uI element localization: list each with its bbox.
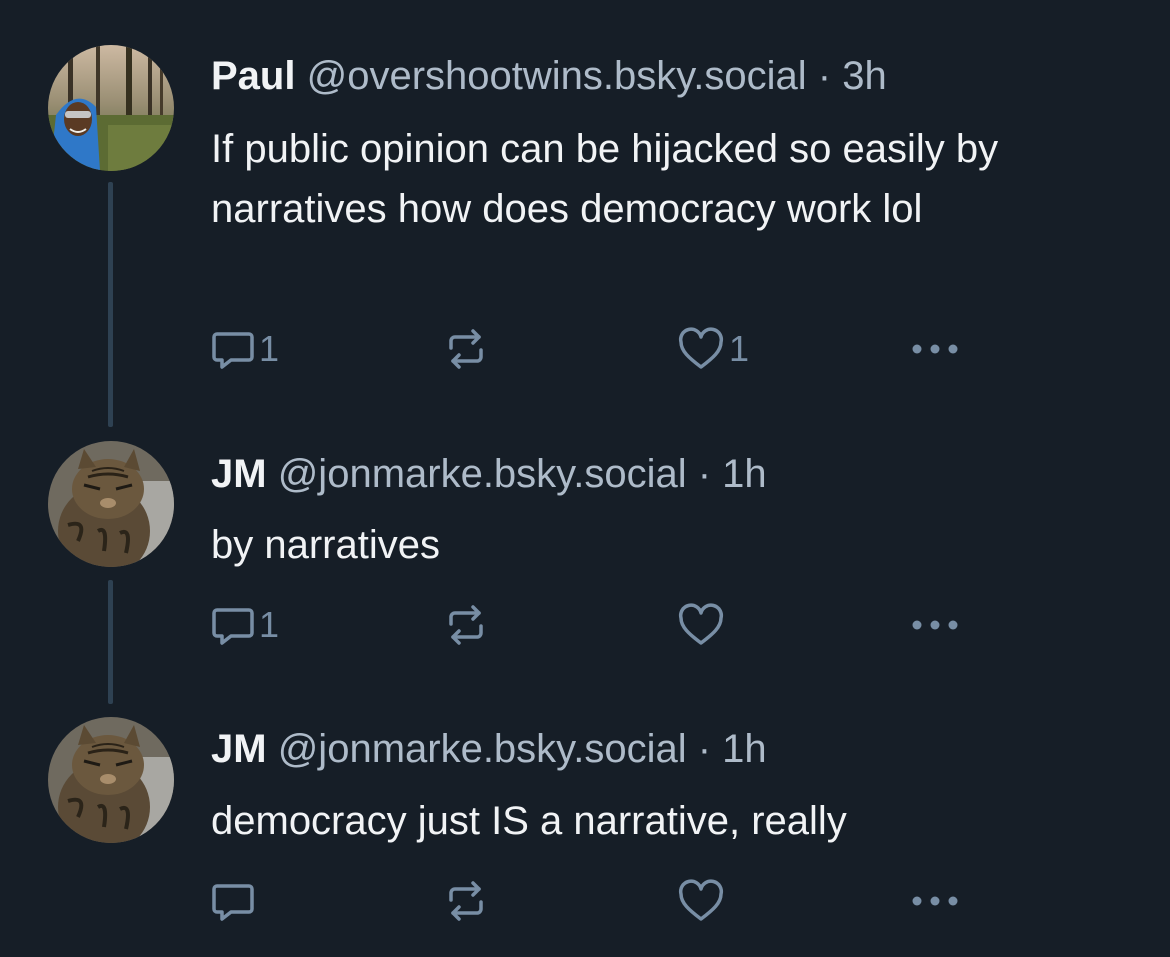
heart-icon: [678, 879, 724, 921]
post-actions: 1 1: [211, 324, 971, 374]
more-options-button[interactable]: [909, 600, 961, 650]
reply-button[interactable]: [211, 876, 259, 926]
avatar-jm[interactable]: [48, 717, 174, 843]
post-jm-1[interactable]: JM @jonmarke.bsky.social · 1h by narrati…: [0, 440, 1170, 717]
post-text: democracy just IS a narrative, really: [211, 799, 847, 843]
separator-dot: ·: [697, 452, 712, 496]
author-handle[interactable]: @overshootwins.bsky.social: [307, 54, 807, 98]
more-options-icon: [912, 896, 958, 906]
post-text: If public opinion can be hijacked so eas…: [211, 127, 999, 231]
repost-icon: [449, 881, 483, 921]
thread-connector-line: [108, 580, 113, 704]
reply-icon: [212, 884, 254, 921]
reply-count: 1: [259, 604, 280, 645]
repost-icon: [449, 329, 483, 369]
separator-dot: ·: [697, 727, 712, 771]
post-header: JM @jonmarke.bsky.social · 1h: [211, 450, 767, 498]
post-actions: 1: [211, 600, 971, 650]
thread-connector-line: [108, 182, 113, 427]
avatar-paul[interactable]: [48, 45, 174, 171]
avatar-photo-person-forest: [48, 45, 174, 171]
post-time[interactable]: 3h: [842, 54, 887, 98]
reply-button[interactable]: 1: [211, 600, 279, 650]
like-button[interactable]: [677, 876, 729, 926]
author-name[interactable]: JM: [211, 727, 267, 771]
author-handle[interactable]: @jonmarke.bsky.social: [278, 452, 687, 496]
heart-icon: [678, 327, 724, 369]
repost-button[interactable]: [443, 324, 493, 374]
repost-button[interactable]: [443, 600, 493, 650]
post-text: by narratives: [211, 523, 440, 567]
post-header: Paul @overshootwins.bsky.social · 3h: [211, 52, 887, 100]
like-count: 1: [729, 328, 750, 369]
avatar-photo-tabby-cat: [48, 441, 174, 567]
reply-button[interactable]: 1: [211, 324, 279, 374]
separator-dot: ·: [817, 54, 832, 98]
author-handle[interactable]: @jonmarke.bsky.social: [278, 727, 687, 771]
post-time[interactable]: 1h: [722, 452, 767, 496]
reply-icon: [212, 608, 254, 645]
like-button[interactable]: [677, 600, 729, 650]
like-button[interactable]: 1: [677, 324, 749, 374]
heart-icon: [678, 603, 724, 645]
post-paul[interactable]: Paul @overshootwins.bsky.social · 3h If …: [0, 0, 1170, 440]
more-options-icon: [912, 344, 958, 354]
author-name[interactable]: Paul: [211, 54, 295, 98]
repost-icon: [449, 605, 483, 645]
author-name[interactable]: JM: [211, 452, 267, 496]
reply-icon: [212, 332, 254, 369]
more-options-button[interactable]: [909, 876, 961, 926]
more-options-button[interactable]: [909, 324, 961, 374]
avatar-jm[interactable]: [48, 441, 174, 567]
post-header: JM @jonmarke.bsky.social · 1h: [211, 725, 767, 773]
reply-count: 1: [259, 328, 280, 369]
avatar-photo-tabby-cat: [48, 717, 174, 843]
post-jm-2[interactable]: JM @jonmarke.bsky.social · 1h democracy …: [0, 717, 1170, 957]
more-options-icon: [912, 620, 958, 630]
post-actions: [211, 876, 971, 926]
post-time[interactable]: 1h: [722, 727, 767, 771]
repost-button[interactable]: [443, 876, 493, 926]
